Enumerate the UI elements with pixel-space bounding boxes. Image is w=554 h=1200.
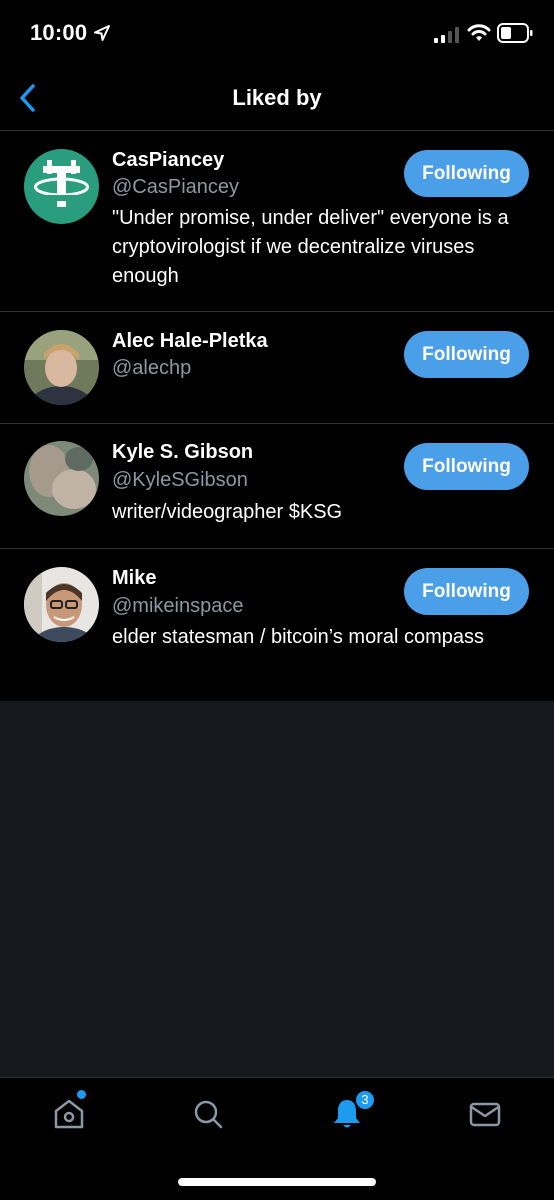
page-title: Liked by (232, 85, 322, 110)
avatar[interactable] (24, 567, 99, 642)
following-button[interactable]: Following (404, 443, 529, 490)
home-new-dot (77, 1090, 86, 1099)
wifi-icon (467, 24, 491, 41)
following-button[interactable]: Following (404, 150, 529, 197)
user-bio: "Under promise, under deliver" everyone … (112, 207, 509, 287)
notifications-badge: 3 (354, 1089, 376, 1111)
nav-bar: Liked by (0, 68, 554, 131)
following-button[interactable]: Following (404, 331, 529, 378)
list-item[interactable]: Mike @mikeinspace elder statesman / bitc… (0, 549, 554, 702)
home-icon (54, 1099, 84, 1129)
user-name[interactable]: Mike (112, 567, 156, 590)
tab-messages[interactable] (467, 1096, 503, 1132)
tab-home[interactable] (51, 1096, 87, 1132)
list-item[interactable]: Kyle S. Gibson @KyleSGibson writer/video… (0, 424, 554, 549)
user-name[interactable]: Kyle S. Gibson (112, 441, 253, 464)
profile-photo (24, 567, 99, 642)
tab-search[interactable] (190, 1096, 226, 1132)
status-bar: 10:00 (0, 0, 554, 68)
search-icon (194, 1100, 223, 1129)
liked-by-list: CasPiancey @CasPiancey "Under promise, u… (0, 131, 554, 702)
user-handle: @KyleSGibson (112, 469, 248, 491)
avatar[interactable] (24, 149, 99, 224)
avatar[interactable] (24, 330, 99, 405)
user-name[interactable]: Alec Hale-Pletka (112, 330, 268, 353)
user-bio: elder statesman / bitcoin’s moral compas… (112, 626, 485, 648)
list-item[interactable]: Alec Hale-Pletka @alechp Following (0, 312, 554, 424)
user-handle: @mikeinspace (112, 595, 244, 617)
mail-icon (469, 1102, 501, 1127)
user-bio: writer/videographer $KSG (112, 501, 343, 523)
user-handle: @alechp (112, 357, 192, 379)
home-indicator (178, 1178, 376, 1186)
profile-photo (24, 330, 99, 405)
avatar[interactable] (24, 441, 99, 516)
user-name[interactable]: CasPiancey (112, 149, 224, 172)
cellular-signal-icon (434, 27, 459, 43)
tether-logo-avatar (24, 149, 99, 224)
user-handle: @CasPiancey (112, 176, 240, 198)
location-arrow-icon (94, 25, 110, 41)
status-time: 10:00 (30, 20, 88, 45)
following-button[interactable]: Following (404, 568, 529, 615)
battery-icon (497, 23, 533, 43)
list-item[interactable]: CasPiancey @CasPiancey "Under promise, u… (0, 131, 554, 312)
empty-space (0, 701, 554, 1077)
profile-photo (24, 441, 99, 516)
